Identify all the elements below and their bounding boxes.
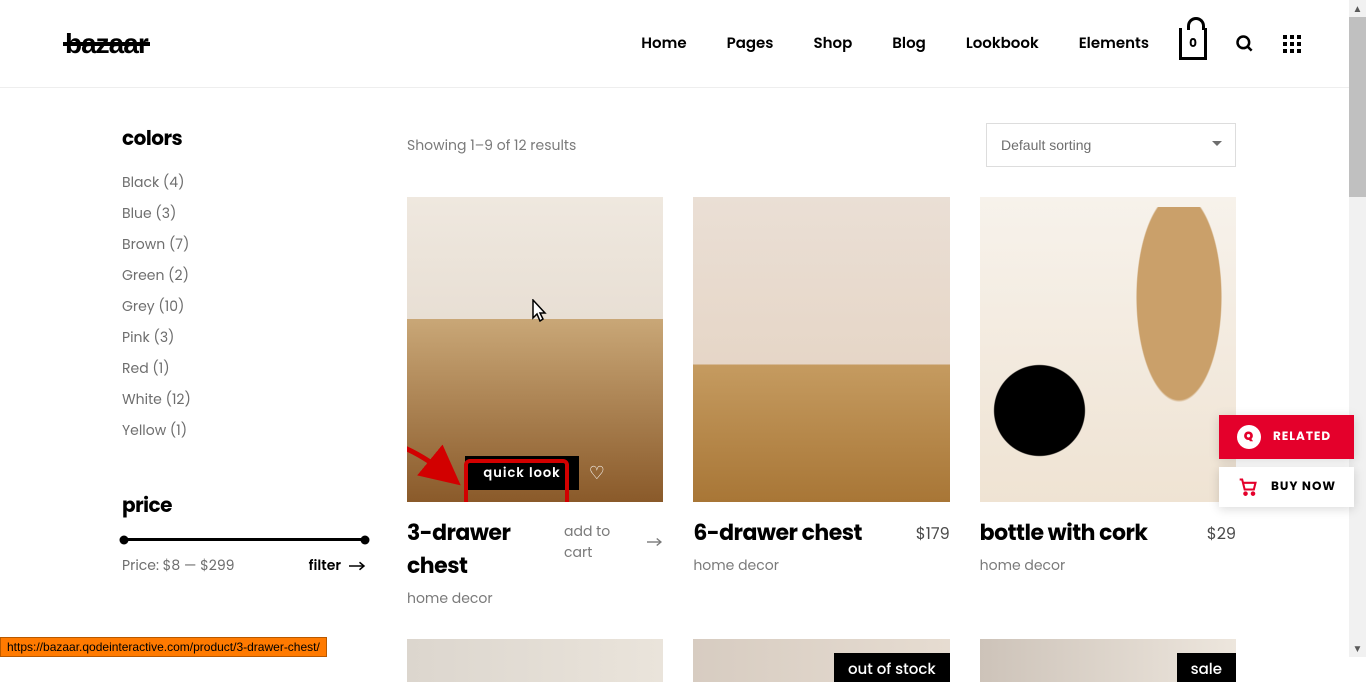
product-image[interactable] — [407, 639, 663, 682]
add-to-cart-link[interactable]: add to cart — [564, 521, 663, 563]
color-filter-green[interactable]: Green (2) — [122, 260, 367, 291]
add-to-cart-label: add to cart — [564, 521, 637, 563]
nav-shop[interactable]: Shop — [813, 32, 852, 55]
product-card[interactable] — [407, 639, 663, 682]
color-filter-black[interactable]: Black (4) — [122, 167, 367, 198]
scroll-up-arrow[interactable]: ▲ — [1349, 0, 1366, 17]
nav-home[interactable]: Home — [641, 32, 686, 55]
product-image[interactable] — [980, 197, 1236, 502]
related-label: RELATED — [1273, 428, 1331, 446]
nav-blog[interactable]: Blog — [892, 32, 926, 55]
color-filter-blue[interactable]: Blue (3) — [122, 198, 367, 229]
buy-now-widget[interactable]: BUY NOW — [1219, 467, 1354, 507]
product-price: $179 — [916, 521, 950, 546]
product-image[interactable] — [693, 197, 949, 502]
product-title[interactable]: 3-drawer chest — [407, 516, 564, 582]
main-content: Showing 1–9 of 12 results Default sortin… — [407, 123, 1236, 682]
scroll-thumb[interactable] — [1349, 17, 1366, 197]
color-filter-yellow[interactable]: Yellow (1) — [122, 415, 367, 446]
product-card[interactable]: sale — [980, 639, 1236, 682]
mouse-cursor-icon — [527, 299, 547, 325]
sort-dropdown[interactable]: Default sorting — [986, 123, 1236, 167]
out-of-stock-badge: out of stock — [834, 653, 950, 682]
arrow-right-icon — [647, 537, 664, 547]
color-filter-grey[interactable]: Grey (10) — [122, 291, 367, 322]
nav-elements[interactable]: Elements — [1079, 32, 1149, 55]
sidebar: colors Black (4) Blue (3) Brown (7) Gree… — [122, 123, 367, 682]
qode-logo-icon: Q — [1237, 425, 1261, 449]
product-category[interactable]: home decor — [693, 555, 862, 576]
viewport-scrollbar[interactable]: ▲ ▼ — [1349, 0, 1366, 657]
price-range-label: Price: $8 — $299 — [122, 555, 234, 576]
filter-button-label: filter — [309, 555, 341, 576]
primary-nav: Home Pages Shop Blog Lookbook Elements — [641, 32, 1149, 55]
product-card[interactable]: bottle with cork home decor $29 — [980, 197, 1236, 609]
buy-now-label: BUY NOW — [1271, 478, 1336, 496]
search-icon[interactable] — [1235, 34, 1255, 54]
price-slider-max-handle[interactable] — [361, 535, 370, 544]
cart-red-icon — [1237, 477, 1259, 497]
sort-select[interactable]: Default sorting — [986, 123, 1236, 167]
color-filter-list: Black (4) Blue (3) Brown (7) Green (2) G… — [122, 167, 367, 446]
nav-lookbook[interactable]: Lookbook — [966, 32, 1039, 55]
float-widgets: Q RELATED BUY NOW — [1219, 415, 1354, 507]
sale-badge: sale — [1177, 653, 1236, 682]
site-logo[interactable]: bazaar — [65, 28, 148, 60]
results-count: Showing 1–9 of 12 results — [407, 135, 576, 156]
color-filter-pink[interactable]: Pink (3) — [122, 322, 367, 353]
arrow-right-icon — [349, 561, 367, 571]
nav-pages[interactable]: Pages — [727, 32, 774, 55]
product-category[interactable]: home decor — [407, 588, 564, 609]
site-header: bazaar Home Pages Shop Blog Lookbook Ele… — [0, 0, 1366, 88]
colors-heading: colors — [122, 123, 367, 153]
product-card[interactable]: quick look ♡ 3-drawer chest home decor — [407, 197, 663, 609]
related-widget[interactable]: Q RELATED — [1219, 415, 1354, 459]
color-filter-brown[interactable]: Brown (7) — [122, 229, 367, 260]
quick-look-button[interactable]: quick look — [465, 456, 578, 490]
app-grid-icon[interactable] — [1283, 35, 1301, 53]
price-slider-min-handle[interactable] — [120, 535, 129, 544]
price-heading: price — [122, 490, 367, 520]
product-card[interactable]: 6-drawer chest home decor $179 — [693, 197, 949, 609]
color-filter-white[interactable]: White (12) — [122, 384, 367, 415]
product-image[interactable]: sale — [980, 639, 1236, 682]
product-category[interactable]: home decor — [980, 555, 1148, 576]
product-image[interactable]: quick look ♡ — [407, 197, 663, 502]
product-image[interactable]: out of stock — [693, 639, 949, 682]
color-filter-red[interactable]: Red (1) — [122, 353, 367, 384]
product-card[interactable]: out of stock — [693, 639, 949, 682]
scroll-down-arrow[interactable]: ▼ — [1349, 640, 1366, 657]
wishlist-heart-icon[interactable]: ♡ — [589, 460, 605, 487]
product-price: $29 — [1207, 521, 1236, 546]
cart-icon[interactable]: 0 — [1179, 28, 1207, 60]
browser-url-preview: https://bazaar.qodeinteractive.com/produ… — [0, 637, 327, 657]
product-title[interactable]: bottle with cork — [980, 516, 1148, 549]
price-slider[interactable] — [124, 538, 365, 541]
product-title[interactable]: 6-drawer chest — [693, 516, 862, 549]
filter-button[interactable]: filter — [309, 555, 367, 576]
cart-count: 0 — [1182, 35, 1204, 53]
